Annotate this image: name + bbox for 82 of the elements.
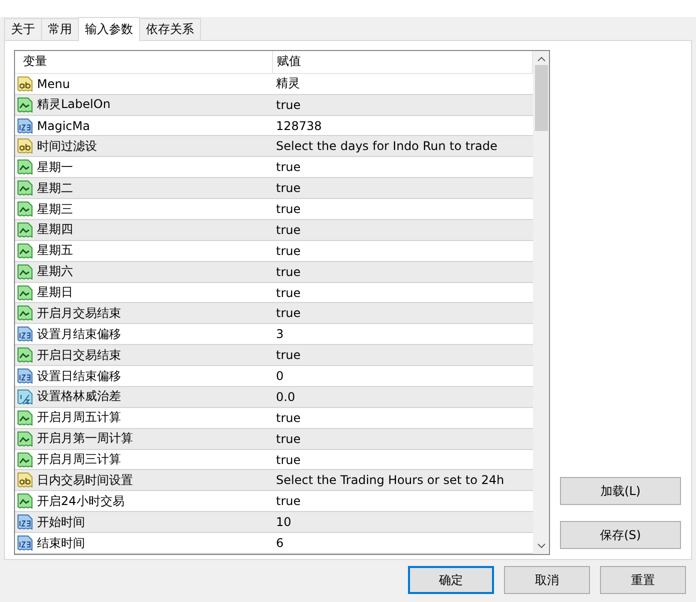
variable-name: 开启日交易结束 bbox=[37, 346, 121, 364]
value-cell-text: 6 bbox=[275, 535, 285, 552]
side-button[interactable]: 加载(L) bbox=[560, 477, 681, 505]
chart-line-icon bbox=[17, 159, 33, 176]
tab[interactable]: 依存关系 bbox=[139, 18, 201, 40]
number-type-icon bbox=[17, 368, 33, 384]
column-header[interactable]: 变量 bbox=[15, 51, 273, 73]
scroll-down-icon[interactable] bbox=[536, 543, 546, 549]
chart-line-icon bbox=[17, 452, 33, 468]
chart-line-icon bbox=[17, 305, 33, 322]
chart-line-icon bbox=[17, 264, 33, 280]
variable-name: 设置月结束偏移 bbox=[37, 326, 121, 343]
value-cell-text: true bbox=[275, 305, 302, 322]
value-cell-text: 精灵 bbox=[275, 75, 301, 92]
variable-name: 设置日结束偏移 bbox=[37, 368, 121, 385]
value-cell-text: 10 bbox=[275, 514, 292, 532]
value-cell-text: true bbox=[275, 180, 302, 198]
value-cell-text: true bbox=[275, 430, 302, 448]
variable-name: 星期一 bbox=[37, 158, 73, 176]
value-cell-text: true bbox=[275, 410, 302, 427]
variable-name: 星期四 bbox=[37, 221, 73, 238]
value-cell-text: Select the days for Indo Run to trade bbox=[275, 138, 498, 156]
number-type-icon bbox=[17, 535, 33, 552]
chart-line-icon bbox=[17, 493, 33, 510]
dialog-button[interactable]: 确定 bbox=[408, 566, 494, 594]
value-cell-text: true bbox=[275, 222, 302, 239]
tab[interactable]: 输入参数 bbox=[78, 17, 140, 41]
chart-line-icon bbox=[17, 347, 33, 364]
chart-line-icon bbox=[17, 430, 33, 447]
variable-name: 日内交易时间设置 bbox=[37, 472, 133, 489]
chart-line-icon bbox=[17, 284, 33, 301]
value-cell-text: 3 bbox=[275, 326, 285, 344]
value-cell-text: 128738 bbox=[275, 118, 323, 135]
variable-name: 开启24小时交易 bbox=[37, 492, 124, 510]
value-cell-text: true bbox=[275, 242, 302, 260]
variable-name: 时间过滤设 bbox=[37, 138, 97, 155]
chart-line-icon bbox=[17, 410, 33, 426]
variable-name: 开启月周五计算 bbox=[37, 409, 121, 426]
text-type-icon bbox=[17, 138, 33, 154]
value-cell-text: true bbox=[275, 493, 302, 510]
variable-name: 星期六 bbox=[37, 263, 73, 280]
chart-line-icon bbox=[17, 222, 33, 238]
variable-name: 设置格林威治差 bbox=[37, 388, 121, 406]
chart-line-icon bbox=[17, 201, 33, 218]
variable-name: 星期三 bbox=[37, 200, 73, 218]
fraction-icon bbox=[17, 388, 33, 405]
scroll-up-icon[interactable] bbox=[536, 56, 546, 62]
value-cell-text: Select the Trading Hours or set to 24h bbox=[275, 472, 506, 490]
value-cell-text: true bbox=[275, 201, 302, 218]
dialog-button[interactable]: 重置 bbox=[600, 566, 686, 594]
text-type-icon bbox=[17, 472, 33, 488]
value-cell-text: 0.0 bbox=[275, 388, 296, 406]
value-cell-text: true bbox=[275, 452, 302, 469]
scrollbar[interactable] bbox=[533, 51, 549, 554]
value-cell-text: true bbox=[275, 347, 302, 364]
chart-line-icon bbox=[17, 180, 33, 196]
value-cell-text: true bbox=[275, 264, 302, 281]
tab[interactable]: 关于 bbox=[4, 18, 42, 40]
variable-name: 星期五 bbox=[37, 242, 73, 260]
scroll-thumb[interactable] bbox=[534, 65, 548, 131]
number-type-icon bbox=[17, 326, 33, 342]
variable-name: Menu bbox=[37, 76, 70, 91]
value-cell-text: true bbox=[275, 284, 302, 302]
text-type-icon bbox=[17, 76, 33, 92]
variable-name: 开启月第一周计算 bbox=[37, 430, 133, 448]
dialog-button[interactable]: 取消 bbox=[504, 566, 590, 594]
chart-line-icon bbox=[17, 242, 33, 259]
variable-name: 开始时间 bbox=[37, 514, 85, 531]
value-cell-text: 0 bbox=[275, 368, 285, 386]
variable-name: MagicMa bbox=[37, 118, 90, 133]
chart-line-icon bbox=[17, 96, 33, 113]
variable-name: 结束时间 bbox=[37, 534, 85, 552]
value-cell-text: true bbox=[275, 96, 302, 114]
number-type-icon bbox=[17, 514, 33, 530]
number-type-icon bbox=[17, 118, 33, 134]
side-button[interactable]: 保存(S) bbox=[560, 521, 681, 549]
variable-name: 星期二 bbox=[37, 180, 73, 197]
variable-name: 精灵LabelOn bbox=[37, 96, 110, 114]
variable-name: 开启月交易结束 bbox=[37, 304, 121, 322]
value-cell-text: true bbox=[275, 159, 302, 176]
variable-name: 星期日 bbox=[37, 284, 73, 302]
variable-name: 开启月周三计算 bbox=[37, 451, 121, 468]
